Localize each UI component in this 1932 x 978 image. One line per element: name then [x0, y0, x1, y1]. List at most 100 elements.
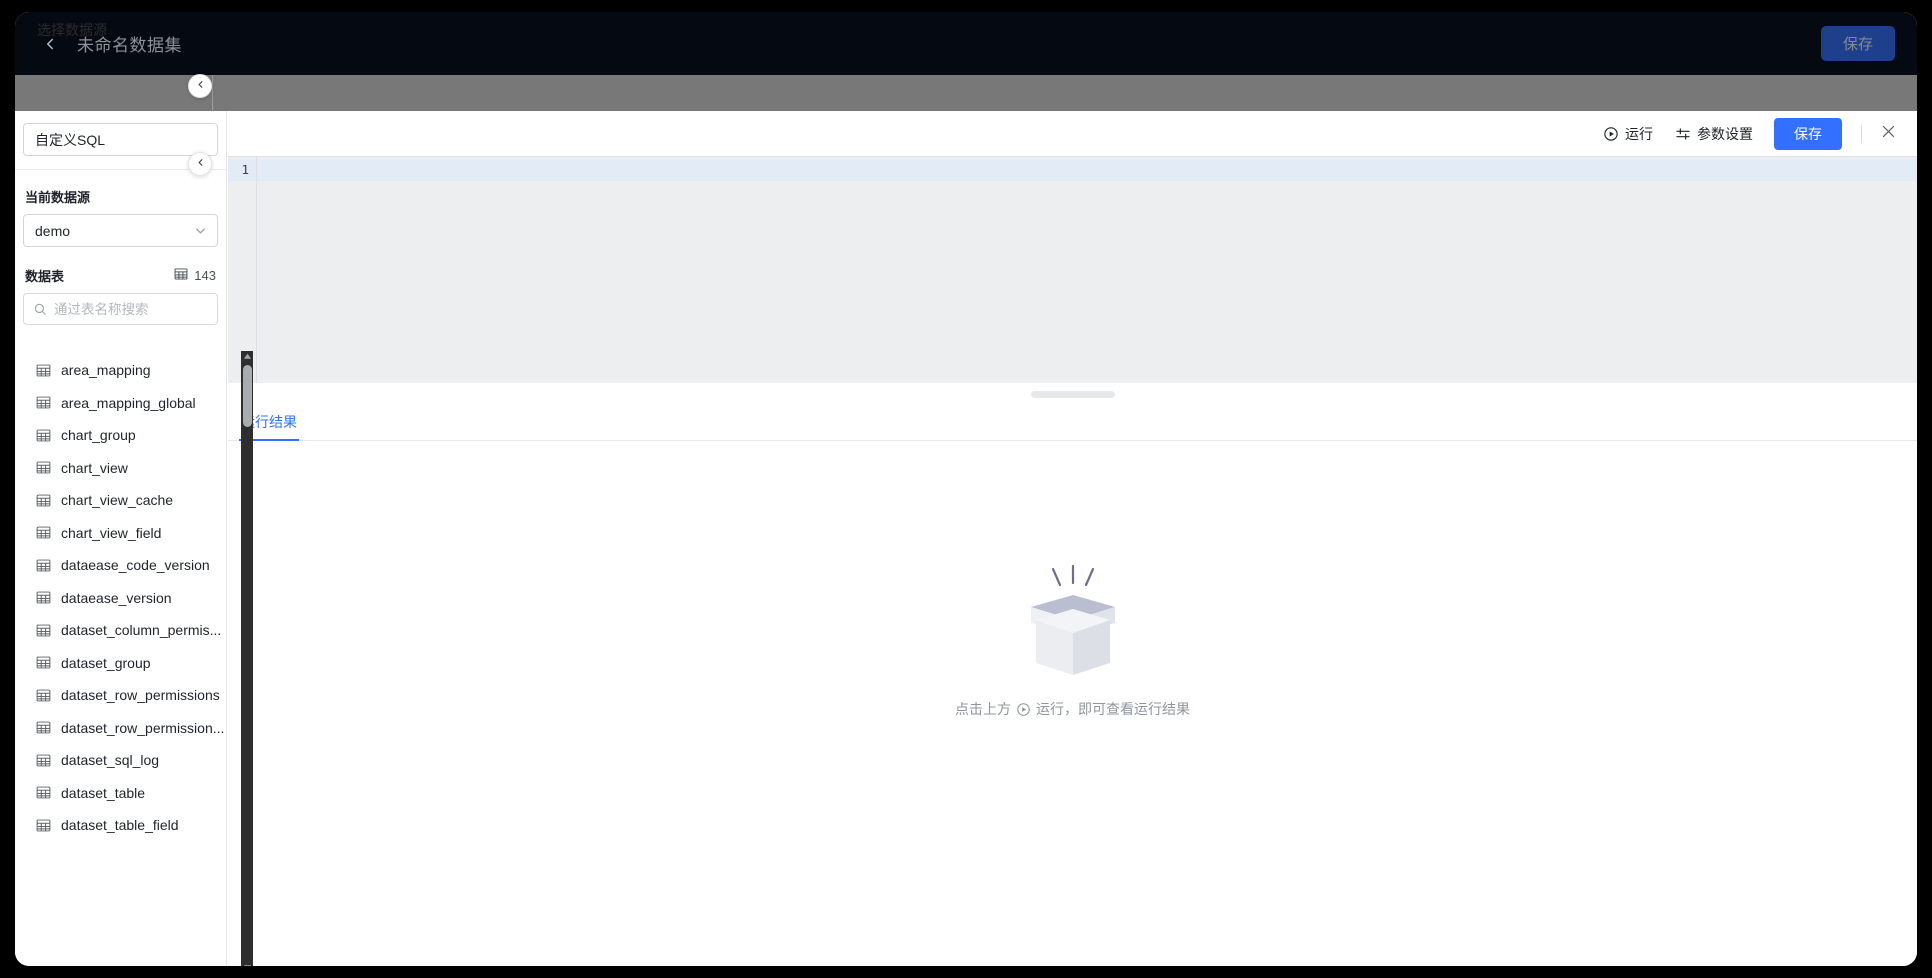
table-icon	[36, 688, 51, 703]
tables-label: 数据表	[25, 269, 65, 284]
table-icon	[36, 655, 51, 670]
scrim-divider	[212, 75, 213, 111]
play-circle-icon	[1016, 702, 1031, 717]
datasource-section: 当前数据源 demo 数据表 143 通过表名称搜索	[15, 187, 226, 325]
toolbar-divider	[1861, 124, 1862, 143]
table-icon	[36, 525, 51, 540]
scrollbar-down-button[interactable]	[241, 962, 253, 966]
table-list-item-label: dataset_column_permis...	[61, 622, 222, 639]
table-icon	[36, 395, 51, 410]
params-settings-label: 参数设置	[1697, 125, 1753, 142]
tables-count-wrapper: 143	[174, 267, 216, 284]
table-list-item-label: chart_view	[61, 459, 128, 476]
table-icon	[36, 558, 51, 573]
table-list-item-label: dataset_table	[61, 784, 146, 801]
app-window: 未命名数据集 保存 选择数据源 当前数据源 demo 数据表	[15, 12, 1917, 966]
header-save-button[interactable]: 保存	[1821, 26, 1895, 61]
table-list-item-label: dataease_code_version	[61, 557, 210, 574]
params-settings-button[interactable]: 参数设置	[1664, 118, 1764, 150]
table-icon	[36, 590, 51, 605]
table-search-input[interactable]	[23, 293, 218, 325]
empty-box-illustration	[1030, 564, 1115, 675]
select-datasource-label: 选择数据源	[37, 22, 107, 38]
table-icon	[174, 267, 188, 284]
table-list-item[interactable]: chart_view_field	[15, 517, 227, 550]
table-list-item[interactable]: chart_view	[15, 452, 227, 485]
table-list-item[interactable]: area_mapping	[15, 354, 227, 387]
close-button[interactable]	[1877, 123, 1899, 145]
current-datasource-label: 当前数据源	[25, 190, 91, 205]
run-button[interactable]: 运行	[1592, 118, 1664, 150]
sql-toolbar: 运行 参数设置 保存	[228, 111, 1917, 156]
table-list-item[interactable]: chart_view_cache	[15, 484, 227, 517]
table-icon	[36, 753, 51, 768]
play-circle-icon	[1603, 126, 1619, 142]
table-icon	[36, 785, 51, 800]
chevron-down-icon	[193, 223, 208, 238]
table-list-item[interactable]: dataease_version	[15, 582, 227, 615]
dataset-name-input[interactable]	[23, 123, 218, 156]
table-list-scrollbar[interactable]	[241, 351, 253, 966]
scrollbar-thumb[interactable]	[242, 365, 252, 427]
sliders-icon	[1675, 126, 1691, 142]
resize-handle-bar	[1030, 390, 1115, 398]
sidebar: 当前数据源 demo 数据表	[15, 111, 227, 966]
table-list[interactable]: area_mapping area_mapping_global chart_gro…	[15, 350, 227, 966]
table-list-item-label: chart_view_field	[61, 524, 162, 541]
table-list-item[interactable]: dataease_code_version	[15, 549, 227, 582]
table-icon	[36, 428, 51, 443]
table-list-item-label: dataset_row_permissions	[61, 687, 220, 704]
editor-code-area[interactable]	[257, 157, 1917, 383]
datasource-select[interactable]: demo	[23, 214, 218, 247]
table-icon	[36, 460, 51, 475]
empty-state-text: 点击上方 运行，即可查看运行结果	[955, 699, 1190, 719]
empty-text-before: 点击上方	[955, 701, 1011, 717]
table-list-item-label: chart_view_cache	[61, 492, 174, 509]
editor-active-line-highlight	[257, 159, 1917, 181]
table-list-item[interactable]: dataset_group	[15, 647, 227, 680]
result-empty-state: 点击上方 运行，即可查看运行结果	[228, 441, 1917, 966]
table-list-item[interactable]: dataset_row_permissions	[15, 679, 227, 712]
table-list-item-label: dataset_table_field	[61, 817, 179, 834]
sql-save-button[interactable]: 保存	[1774, 117, 1842, 150]
table-list-item-label: dataease_version	[61, 589, 172, 606]
chevron-left-icon	[195, 77, 206, 95]
collapse-datasource-panel-button[interactable]	[188, 74, 212, 98]
collapse-sidebar-button[interactable]	[188, 152, 212, 176]
table-list-item[interactable]: area_mapping_global	[15, 387, 227, 420]
caret-up-icon	[243, 348, 252, 366]
table-icon	[36, 818, 51, 833]
result-tab-bar: 运行结果	[228, 405, 1917, 441]
tables-header: 数据表 143	[25, 266, 216, 285]
table-search-wrapper	[23, 293, 218, 325]
search-icon	[33, 302, 47, 316]
table-list-item[interactable]: dataset_column_permis...	[15, 614, 227, 647]
sql-editor-pane: 运行 参数设置 保存 1 运行结果 点击上方 运行，即可查看运行结果	[228, 111, 1917, 966]
table-icon	[36, 623, 51, 638]
table-icon	[36, 363, 51, 378]
table-list-item[interactable]: dataset_sql_log	[15, 744, 227, 777]
table-list-item[interactable]: dataset_table_field	[15, 809, 227, 842]
run-button-label: 运行	[1625, 125, 1653, 142]
table-icon	[36, 720, 51, 735]
table-list-item-label: dataset_group	[61, 654, 151, 671]
table-list-item[interactable]: dataset_row_permission...	[15, 712, 227, 745]
editor-resize-handle[interactable]	[228, 383, 1917, 405]
empty-text-after: 运行，即可查看运行结果	[1036, 701, 1190, 717]
datasource-scrim-band	[15, 75, 1917, 111]
table-list-item[interactable]: chart_group	[15, 419, 227, 452]
sql-code-editor[interactable]: 1	[228, 156, 1917, 383]
table-list-item-label: chart_group	[61, 427, 136, 444]
chevron-left-icon	[195, 155, 206, 173]
close-icon	[1880, 123, 1897, 145]
table-list-item-label: area_mapping_global	[61, 394, 196, 411]
table-icon	[36, 493, 51, 508]
tables-count: 143	[194, 268, 216, 283]
table-list-item[interactable]: dataset_table	[15, 777, 227, 810]
scrollbar-up-button[interactable]	[241, 351, 253, 363]
table-list-item-label: dataset_row_permission...	[61, 719, 225, 736]
datasource-select-value: demo	[35, 222, 71, 239]
caret-down-icon	[243, 959, 252, 966]
line-number: 1	[228, 159, 256, 181]
table-list-item-label: dataset_sql_log	[61, 752, 160, 769]
